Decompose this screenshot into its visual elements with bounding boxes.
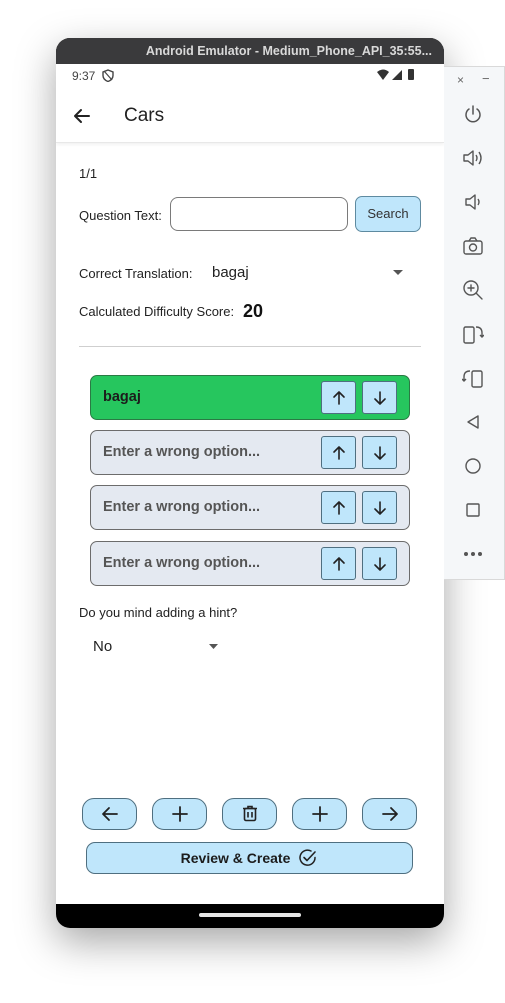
chevron-down-icon[interactable]	[392, 269, 404, 277]
arrow-down-icon	[373, 500, 386, 515]
more-icon[interactable]	[460, 541, 486, 567]
option-correct[interactable]: bagaj	[90, 375, 410, 420]
review-create-label: Review & Create	[180, 850, 291, 866]
emulator-title: Android Emulator - Medium_Phone_API_35:5…	[56, 38, 444, 64]
wifi-icon	[377, 69, 389, 80]
move-down-button[interactable]	[362, 547, 397, 580]
page-title: Cars	[124, 105, 165, 126]
chevron-down-icon[interactable]	[208, 643, 219, 650]
arrow-up-icon	[332, 556, 345, 571]
plus-icon	[311, 806, 328, 822]
question-text-input[interactable]	[170, 197, 348, 231]
difficulty-label: Calculated Difficulty Score:	[79, 304, 235, 319]
move-up-button[interactable]	[321, 436, 356, 469]
move-up-button[interactable]	[321, 381, 356, 414]
power-icon[interactable]	[460, 101, 486, 127]
next-button[interactable]	[362, 798, 417, 830]
option-wrong-placeholder[interactable]: Enter a wrong option...	[103, 499, 260, 515]
trash-icon	[242, 805, 257, 822]
move-down-button[interactable]	[362, 491, 397, 524]
arrow-down-icon	[373, 556, 386, 571]
move-up-button[interactable]	[321, 547, 356, 580]
review-create-button[interactable]: Review & Create	[86, 842, 413, 874]
previous-button[interactable]	[82, 798, 137, 830]
correct-translation-value[interactable]: bagaj	[212, 264, 249, 281]
check-circle-icon	[299, 849, 317, 866]
emulator-side-toolbar: × −	[444, 66, 505, 580]
correct-translation-label: Correct Translation:	[79, 266, 193, 281]
question-text-label: Question Text:	[79, 208, 162, 223]
rotate-left-icon[interactable]	[460, 365, 486, 391]
arrow-down-icon	[373, 445, 386, 460]
move-down-button[interactable]	[362, 436, 397, 469]
status-bar: 9:37	[56, 64, 444, 88]
move-up-button[interactable]	[321, 491, 356, 524]
search-button[interactable]: Search	[355, 196, 421, 232]
add-after-button[interactable]	[292, 798, 347, 830]
divider	[79, 346, 421, 347]
hint-select-value[interactable]: No	[93, 638, 112, 655]
move-down-button[interactable]	[362, 381, 397, 414]
add-before-button[interactable]	[152, 798, 207, 830]
arrow-down-icon	[373, 390, 386, 405]
volume-down-icon[interactable]	[460, 189, 486, 215]
option-wrong[interactable]: Enter a wrong option...	[90, 541, 410, 586]
app-bar: Cars	[56, 92, 444, 143]
arrow-left-icon	[101, 807, 118, 821]
plus-icon	[171, 806, 188, 822]
phone-screen: 9:37 Cars 1/1 Question Text: Search Corr…	[56, 64, 444, 904]
option-wrong[interactable]: Enter a wrong option...	[90, 485, 410, 530]
question-counter: 1/1	[79, 166, 98, 181]
shield-icon	[102, 69, 114, 82]
minimize-icon[interactable]: −	[482, 71, 490, 86]
arrow-up-icon	[332, 500, 345, 515]
status-time: 9:37	[72, 69, 96, 83]
difficulty-score: 20	[243, 301, 264, 321]
close-icon[interactable]: ×	[457, 73, 464, 87]
arrow-up-icon	[332, 390, 345, 405]
volume-up-icon[interactable]	[460, 145, 486, 171]
cell-signal-icon	[392, 70, 402, 80]
back-icon[interactable]	[460, 409, 486, 435]
back-arrow-icon[interactable]	[72, 106, 92, 126]
battery-icon	[408, 69, 414, 80]
zoom-icon[interactable]	[460, 277, 486, 303]
option-correct-text: bagaj	[103, 389, 141, 405]
option-wrong[interactable]: Enter a wrong option...	[90, 430, 410, 475]
arrow-up-icon	[332, 445, 345, 460]
home-icon[interactable]	[460, 453, 486, 479]
arrow-right-icon	[381, 807, 398, 821]
delete-button[interactable]	[222, 798, 277, 830]
rotate-right-icon[interactable]	[460, 321, 486, 347]
option-wrong-placeholder[interactable]: Enter a wrong option...	[103, 555, 260, 571]
gesture-bar[interactable]	[199, 913, 301, 917]
hint-label: Do you mind adding a hint?	[79, 605, 238, 620]
option-wrong-placeholder[interactable]: Enter a wrong option...	[103, 444, 260, 460]
overview-icon[interactable]	[460, 497, 486, 523]
camera-icon[interactable]	[460, 233, 486, 259]
